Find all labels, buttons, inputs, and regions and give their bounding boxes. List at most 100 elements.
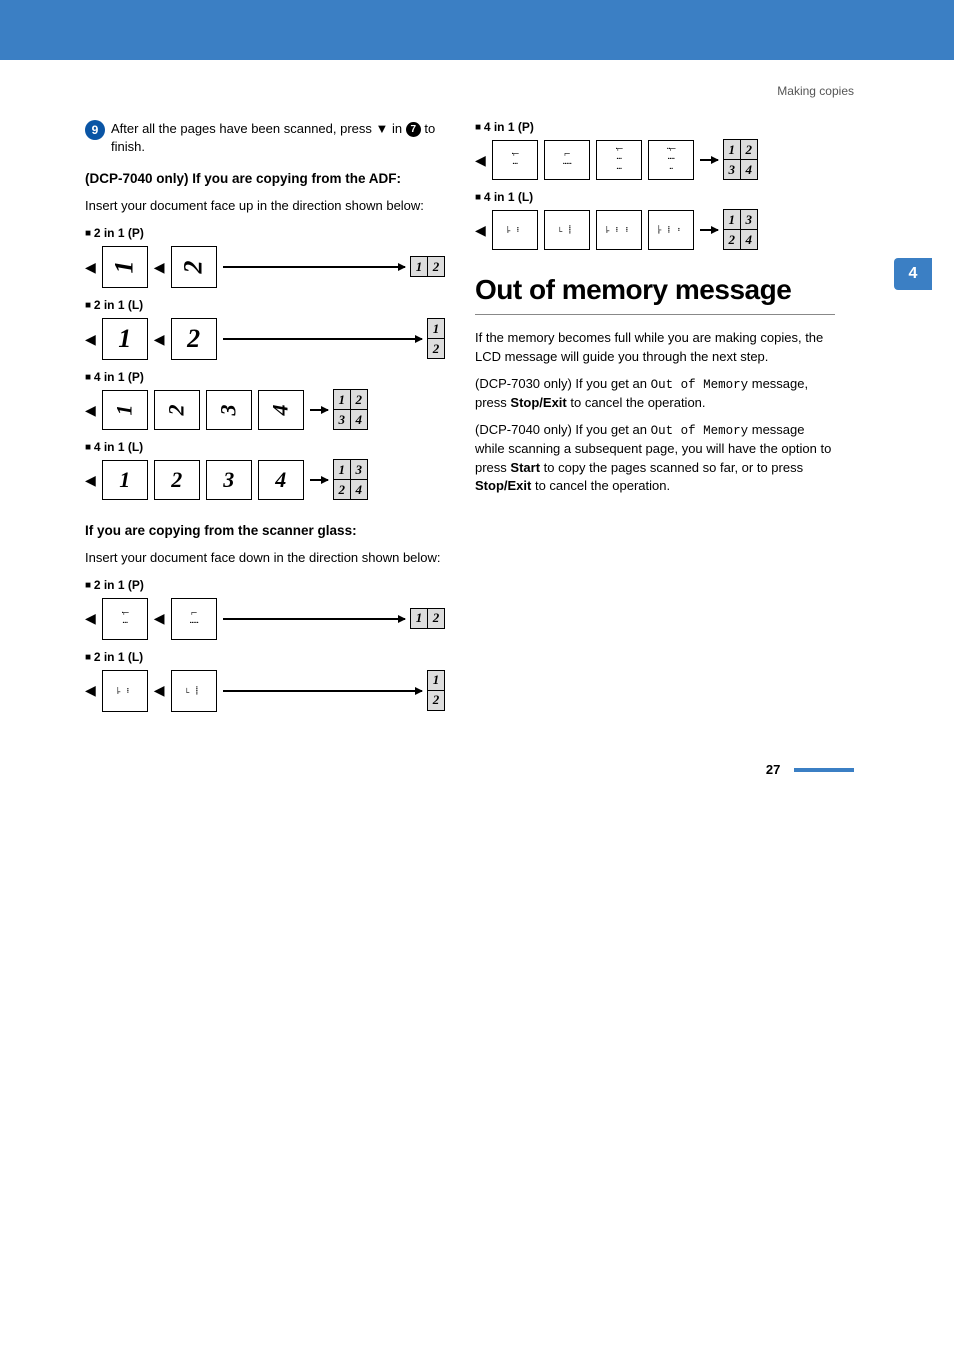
page-number-bar	[794, 768, 854, 772]
dir-arrow-icon: ◀	[85, 610, 96, 627]
dir-arrow-icon: ◀	[154, 610, 165, 627]
step-9-row: 9 After all the pages have been scanned,…	[85, 120, 445, 156]
input-box-2: ⌐∙∙∙∙∙	[544, 210, 590, 250]
flow-arrow-icon	[310, 409, 328, 411]
cell: 2	[350, 389, 368, 410]
ref-7-badge: 7	[406, 122, 421, 137]
cell: 3	[333, 409, 351, 430]
label-2in1-p: 2 in 1 (P)	[85, 226, 445, 240]
dir-arrow-icon: ◀	[85, 259, 96, 276]
dir-arrow-icon: ◀	[475, 222, 486, 239]
output-grid: 1 2	[411, 257, 445, 277]
cell: 1	[723, 209, 741, 230]
oom-heading: Out of memory message	[475, 274, 835, 306]
dots-4-icon: ∙∙⌐∙∙∙∙∙∙	[656, 226, 686, 235]
p2-bold: Stop/Exit	[510, 395, 566, 410]
label-g-2in1-l: 2 in 1 (L)	[85, 650, 445, 664]
step-9-text: After all the pages have been scanned, p…	[111, 120, 445, 156]
input-box-2: ⌐∙∙∙∙∙	[171, 598, 217, 640]
step9-b: in	[388, 121, 405, 136]
input-box-4: 4	[258, 390, 304, 430]
input-box-2: ⌐∙∙∙∙∙	[544, 140, 590, 180]
p2-mono: Out of Memory	[651, 378, 749, 392]
dir-arrow-icon: ◀	[154, 682, 165, 699]
p3-bold-stop: Stop/Exit	[475, 478, 531, 493]
input-box-4: ∙∙⌐∙∙∙∙∙∙	[648, 210, 694, 250]
label-g-2in1-p: 2 in 1 (P)	[85, 578, 445, 592]
cell: 2	[723, 229, 741, 250]
dots-3-icon: ∙⌐∙∙∙∙∙∙	[615, 145, 622, 175]
page-footer: 27	[0, 762, 954, 807]
diagram-4in1-l: ◀ 1 2 3 4 13 24	[85, 460, 445, 500]
label-2in1-l: 2 in 1 (L)	[85, 298, 445, 312]
dots-4-icon: ∙∙⌐∙∙∙∙∙∙	[666, 145, 675, 175]
p3-mono: Out of Memory	[651, 424, 749, 438]
cell: 1	[427, 318, 445, 339]
flow-arrow-icon	[223, 690, 422, 692]
cell: 1	[427, 670, 445, 691]
dots-1-icon: ∙⌐∙∙∙	[115, 687, 135, 694]
running-header: Making copies	[777, 84, 854, 98]
dir-arrow-icon: ◀	[154, 331, 165, 348]
cell: 3	[723, 159, 741, 180]
label-4in1-p: 4 in 1 (P)	[85, 370, 445, 384]
flow-arrow-icon	[310, 479, 328, 481]
cell: 4	[350, 479, 368, 500]
adf-heading: (DCP-7040 only) If you are copying from …	[85, 170, 445, 189]
input-box-2: 2	[171, 318, 217, 360]
glass-body: Insert your document face down in the di…	[85, 549, 445, 568]
input-box-4: ∙∙⌐∙∙∙∙∙∙	[648, 140, 694, 180]
cell: 2	[333, 479, 351, 500]
flow-arrow-icon	[700, 159, 718, 161]
cell: 1	[333, 459, 351, 480]
diagram-g-4in1-p: ◀ ∙⌐∙∙∙ ⌐∙∙∙∙∙ ∙⌐∙∙∙∙∙∙ ∙∙⌐∙∙∙∙∙∙ 12 34	[475, 140, 835, 180]
num-2: 2	[179, 261, 209, 274]
dots-2-icon: ⌐∙∙∙∙∙	[189, 609, 198, 629]
input-box-1: 1	[102, 318, 148, 360]
label-g-4in1-p: 4 in 1 (P)	[475, 120, 835, 134]
input-box-1: 1	[102, 246, 148, 288]
dir-arrow-icon: ◀	[85, 331, 96, 348]
p3c: to copy the pages scanned so far, or to …	[540, 460, 803, 475]
flow-arrow-icon	[223, 266, 405, 268]
input-box-3: ∙⌐∙∙∙∙∙∙	[596, 210, 642, 250]
output-grid: 12 34	[334, 390, 368, 430]
diagram-2in1-p: ◀ 1 ◀ 2 1 2	[85, 246, 445, 288]
dots-1-icon: ∙⌐∙∙∙	[511, 150, 518, 170]
output-grid: 13 24	[334, 460, 368, 500]
p2c: to cancel the operation.	[567, 395, 706, 410]
p3d: to cancel the operation.	[531, 478, 670, 493]
dots-2-icon: ⌐∙∙∙∙∙	[562, 150, 571, 170]
p2a: (DCP-7030 only) If you get an	[475, 376, 651, 391]
heading-divider	[475, 314, 835, 315]
cell: 2	[427, 690, 445, 711]
cell: 3	[350, 459, 368, 480]
cell: 1	[333, 389, 351, 410]
input-box-1: ∙⌐∙∙∙	[492, 210, 538, 250]
step-9-badge: 9	[85, 120, 105, 140]
output-grid: 1 2	[428, 671, 445, 711]
input-box-1: ∙⌐∙∙∙	[102, 670, 148, 712]
cell: 4	[740, 229, 758, 250]
input-box-3: ∙⌐∙∙∙∙∙∙	[596, 140, 642, 180]
diagram-g-4in1-l: ◀ ∙⌐∙∙∙ ⌐∙∙∙∙∙ ∙⌐∙∙∙∙∙∙ ∙∙⌐∙∙∙∙∙∙ 13 24	[475, 210, 835, 250]
diagram-2in1-l: ◀ 1 ◀ 2 1 2	[85, 318, 445, 360]
p3-bold-start: Start	[510, 460, 540, 475]
num: 1	[112, 405, 138, 416]
input-box-2: 2	[154, 390, 200, 430]
input-box-1: ∙⌐∙∙∙	[492, 140, 538, 180]
dots-2-icon: ⌐∙∙∙∙∙	[184, 686, 204, 695]
output-grid: 13 24	[724, 210, 758, 250]
right-column: 4 in 1 (P) ◀ ∙⌐∙∙∙ ⌐∙∙∙∙∙ ∙⌐∙∙∙∙∙∙ ∙∙⌐∙∙…	[475, 110, 835, 722]
cell: 1	[410, 256, 428, 277]
cell: 2	[740, 139, 758, 160]
down-arrow-glyph: ▼	[376, 121, 389, 136]
num: 3	[216, 405, 242, 416]
dots-3-icon: ∙⌐∙∙∙∙∙∙	[604, 227, 634, 234]
dir-arrow-icon: ◀	[85, 472, 96, 489]
diagram-4in1-p: ◀ 1 2 3 4 12 34	[85, 390, 445, 430]
num: 2	[164, 405, 190, 416]
dots-1-icon: ∙⌐∙∙∙	[505, 227, 525, 234]
output-grid: 1 2	[428, 319, 445, 359]
cell: 3	[740, 209, 758, 230]
